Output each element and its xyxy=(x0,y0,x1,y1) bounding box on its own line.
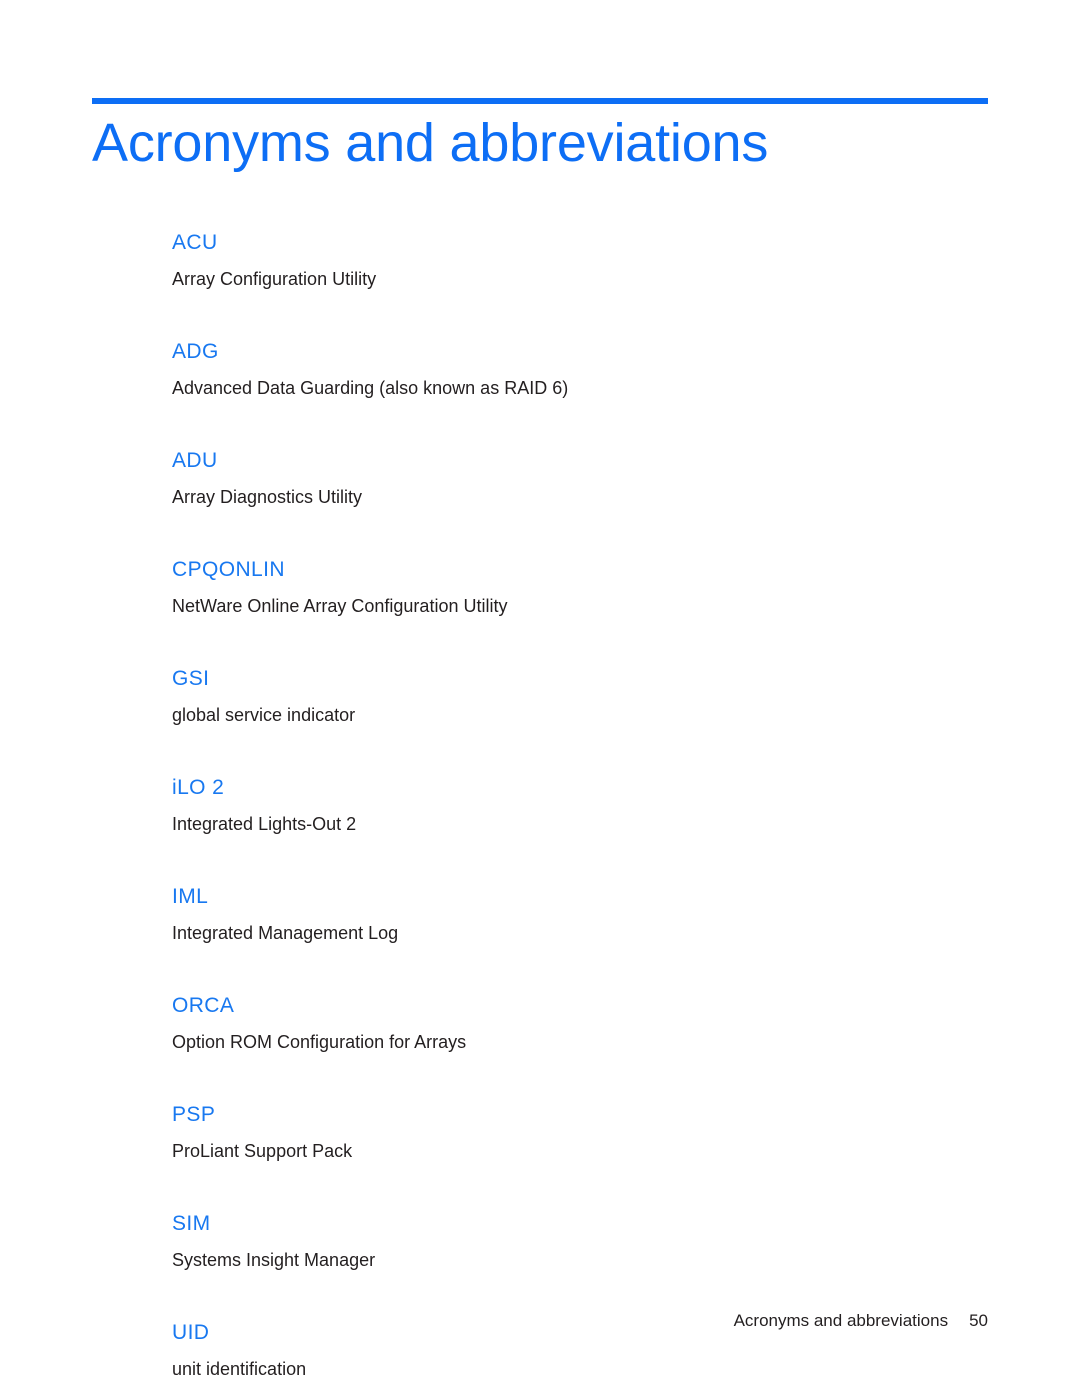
page-title: Acronyms and abbreviations xyxy=(92,113,769,173)
glossary-entry: ACU Array Configuration Utility xyxy=(172,230,988,291)
glossary-definition: unit identification xyxy=(172,1359,307,1379)
glossary-entry: IML Integrated Management Log xyxy=(172,884,988,945)
glossary-entry: ORCA Option ROM Configuration for Arrays xyxy=(172,993,988,1054)
glossary-definition: Advanced Data Guarding (also known as RA… xyxy=(172,378,569,398)
glossary-entry: ADG Advanced Data Guarding (also known a… xyxy=(172,339,988,400)
glossary-term: IML xyxy=(172,885,209,908)
glossary-term: GSI xyxy=(172,667,210,690)
glossary-term: SIM xyxy=(172,1212,211,1235)
glossary-term: PSP xyxy=(172,1103,216,1126)
document-page: Acronyms and abbreviations ACU Array Con… xyxy=(0,0,1080,1397)
page-heading-block: Acronyms and abbreviations xyxy=(92,98,988,176)
glossary-definition: Array Diagnostics Utility xyxy=(172,487,363,507)
glossary-entry: CPQONLIN NetWare Online Array Configurat… xyxy=(172,557,988,618)
footer-section-title: Acronyms and abbreviations xyxy=(733,1311,949,1330)
glossary-term: ADG xyxy=(172,340,219,363)
glossary-definition: Integrated Management Log xyxy=(172,923,399,943)
glossary-definition: Array Configuration Utility xyxy=(172,269,377,289)
glossary-entry: GSI global service indicator xyxy=(172,666,988,727)
glossary-entry: ADU Array Diagnostics Utility xyxy=(172,448,988,509)
footer-page-number: 50 xyxy=(969,1311,988,1330)
glossary-entry: SIM Systems Insight Manager xyxy=(172,1211,988,1272)
glossary-definition: NetWare Online Array Configuration Utili… xyxy=(172,596,508,616)
glossary-term: ADU xyxy=(172,449,218,472)
glossary-definition: Systems Insight Manager xyxy=(172,1250,376,1270)
glossary-definition: Option ROM Configuration for Arrays xyxy=(172,1032,467,1052)
glossary-list: ACU Array Configuration Utility ADG Adva… xyxy=(172,230,988,1381)
glossary-term: ORCA xyxy=(172,994,235,1017)
glossary-term: ACU xyxy=(172,231,218,254)
glossary-term: CPQONLIN xyxy=(172,558,285,581)
glossary-entry: iLO 2 Integrated Lights-Out 2 xyxy=(172,775,988,836)
glossary-definition: ProLiant Support Pack xyxy=(172,1141,353,1161)
glossary-definition: global service indicator xyxy=(172,705,356,725)
glossary-term: iLO 2 xyxy=(172,776,225,799)
glossary-entry: PSP ProLiant Support Pack xyxy=(172,1102,988,1163)
glossary-definition: Integrated Lights-Out 2 xyxy=(172,814,357,834)
page-footer: Acronyms and abbreviations 50 xyxy=(92,1310,988,1332)
